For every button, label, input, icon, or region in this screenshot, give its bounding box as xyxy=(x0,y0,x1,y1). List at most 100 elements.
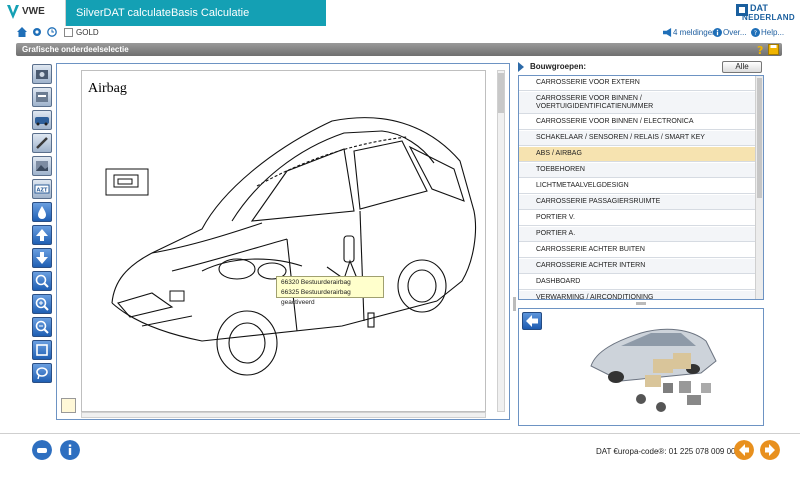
bouwgroep-item[interactable]: PORTIER V. xyxy=(519,211,755,226)
toolbar-row: GOLD 4 meldingen Over... ? Help... xyxy=(0,26,800,40)
home-icon[interactable] xyxy=(17,27,27,37)
drop-icon xyxy=(38,206,46,219)
bouwgroep-item[interactable]: DASHBOARD xyxy=(519,275,755,290)
gold-checkbox[interactable] xyxy=(64,28,73,37)
note-icon[interactable] xyxy=(61,398,76,413)
bouwgroep-item[interactable]: ABS / AIRBAG xyxy=(519,147,755,162)
drawing-vertical-scroll-thumb[interactable] xyxy=(498,73,504,113)
triangle-right-icon[interactable] xyxy=(518,62,524,72)
section-title: Grafische onderdeelselectie xyxy=(22,45,129,54)
tool-arrow-up-button[interactable] xyxy=(32,225,52,245)
app-title: SilverDAT calculateBasis Calculatie xyxy=(76,7,250,19)
vwe-logo: VWE xyxy=(0,0,66,26)
arrow-left-icon xyxy=(526,315,538,327)
zoom-out-icon xyxy=(35,320,49,334)
tool-wrench-button[interactable] xyxy=(32,133,52,153)
image-icon xyxy=(36,161,48,171)
bouwgroep-item[interactable]: LICHTMETAALVELGDESIGN xyxy=(519,179,755,194)
list-scrollbar[interactable] xyxy=(755,76,763,299)
wrench-icon xyxy=(36,137,48,149)
info-circle-button[interactable] xyxy=(60,440,80,460)
part-tooltip: 66320 Bestuurderairbag 66325 Bestuurdera… xyxy=(276,276,384,306)
footer: DAT €uropa-code®: 01 225 078 009 0001 xyxy=(0,433,800,467)
tool-zoom-in-button[interactable] xyxy=(32,294,52,314)
info-icon[interactable] xyxy=(713,28,722,37)
azt-icon: AZT xyxy=(34,184,50,194)
svg-text:?: ? xyxy=(754,30,757,37)
bouwgroep-item[interactable]: PORTIER A. xyxy=(519,227,755,242)
tool-azt-button[interactable]: AZT xyxy=(32,179,52,199)
messages-link[interactable]: 4 meldingen xyxy=(673,28,717,37)
preview-panel xyxy=(518,308,764,426)
drawing-horizontal-scrollbar[interactable] xyxy=(81,412,486,418)
svg-text:?: ? xyxy=(757,44,763,55)
tooltip-line: 66325 Bestuurderairbag geactiveerd xyxy=(281,289,351,306)
vwe-brand-text: VWE xyxy=(22,6,45,17)
all-button[interactable]: Alle xyxy=(722,61,762,73)
back-button[interactable] xyxy=(522,312,542,330)
bouwgroep-item[interactable]: CARROSSERIE PASSAGIERSRUIMTE xyxy=(519,195,755,210)
bouwgroep-item[interactable]: SCHAKELAAR / SENSOREN / RELAIS / SMART K… xyxy=(519,131,755,146)
tool-car-front-button[interactable] xyxy=(32,110,52,130)
tool-zrf-button[interactable] xyxy=(32,87,52,107)
car-key-button[interactable] xyxy=(32,440,52,460)
zoom-in-icon xyxy=(35,297,49,311)
gold-label: GOLD xyxy=(76,28,99,37)
top-bar: VWE SilverDAT calculateBasis Calculatie … xyxy=(0,0,800,26)
arrow-up-icon xyxy=(36,229,48,241)
tool-drop-button[interactable] xyxy=(32,202,52,222)
bouwgroep-item[interactable]: TOEBEHOREN xyxy=(519,163,755,178)
help-icon[interactable]: ? xyxy=(751,28,760,37)
svg-text:AZT: AZT xyxy=(37,188,48,194)
question-icon[interactable]: ? xyxy=(755,44,766,55)
tool-zoom-fit-button[interactable] xyxy=(32,271,52,291)
bouwgroepen-header: Bouwgroepen: Alle xyxy=(518,60,764,74)
clock-icon[interactable] xyxy=(47,27,57,37)
lasso-icon xyxy=(36,367,48,380)
zrf-icon xyxy=(36,92,48,102)
arrow-down-icon xyxy=(36,252,48,264)
splitter-grip[interactable] xyxy=(513,297,516,311)
vehicle-exploded-thumbnail[interactable] xyxy=(581,311,731,423)
drawing-vertical-scrollbar[interactable] xyxy=(497,70,505,412)
select-area-icon xyxy=(36,344,48,356)
dat-logo-subtext: NEDERLAND xyxy=(742,13,795,22)
car-front-icon xyxy=(35,117,49,126)
save-icon[interactable] xyxy=(768,44,779,55)
bouwgroep-item[interactable]: CARROSSERIE ACHTER BUITEN xyxy=(519,243,755,258)
bouwgroepen-list: CARROSSERIE VOOR EXTERN CARROSSERIE VOOR … xyxy=(518,75,764,300)
bouwgroep-item[interactable]: CARROSSERIE VOOR BINNEN / VOERTUIGIDENTI… xyxy=(519,92,755,114)
next-button[interactable] xyxy=(760,440,780,460)
tool-select-area-button[interactable] xyxy=(32,340,52,360)
tool-camera-button[interactable] xyxy=(32,64,52,84)
camera-icon xyxy=(36,70,48,79)
dat-europa-code: DAT €uropa-code®: 01 225 078 009 0001 xyxy=(596,447,745,456)
bouwgroep-item[interactable]: VERWARMING / AIRCONDITIONING xyxy=(519,291,755,299)
bouwgroepen-label: Bouwgroepen: xyxy=(530,62,586,71)
panel-splitter[interactable] xyxy=(512,63,517,420)
dat-logo-text: DAT xyxy=(750,3,768,13)
tool-zoom-out-button[interactable] xyxy=(32,317,52,337)
about-link[interactable]: Over... xyxy=(723,28,747,37)
car-line-drawing[interactable] xyxy=(82,71,487,413)
tool-arrow-down-button[interactable] xyxy=(32,248,52,268)
gear-icon[interactable] xyxy=(32,27,42,37)
help-link[interactable]: Help... xyxy=(761,28,784,37)
list-scroll-thumb[interactable] xyxy=(757,78,762,198)
tool-image-button[interactable] xyxy=(32,156,52,176)
previous-button[interactable] xyxy=(734,440,754,460)
left-toolbar: AZT xyxy=(32,64,54,384)
zoom-fit-icon xyxy=(35,274,49,288)
megaphone-icon[interactable] xyxy=(663,28,672,37)
exploded-drawing[interactable]: Airbag xyxy=(81,70,486,412)
bouwgroep-item[interactable]: CARROSSERIE VOOR BINNEN / ELECTRONICA xyxy=(519,115,755,130)
app-title-bar: SilverDAT calculateBasis Calculatie xyxy=(66,0,326,26)
bouwgroep-item[interactable]: CARROSSERIE ACHTER INTERN xyxy=(519,259,755,274)
section-header: Grafische onderdeelselectie ? xyxy=(16,43,782,56)
horizontal-splitter-grip[interactable] xyxy=(636,302,646,305)
control-unit-callout[interactable] xyxy=(105,168,149,196)
vwe-logo-icon xyxy=(7,5,19,19)
tooltip-line: 66320 Bestuurderairbag xyxy=(281,279,351,286)
bouwgroep-item[interactable]: CARROSSERIE VOOR EXTERN xyxy=(519,76,755,91)
tool-lasso-button[interactable] xyxy=(32,363,52,383)
